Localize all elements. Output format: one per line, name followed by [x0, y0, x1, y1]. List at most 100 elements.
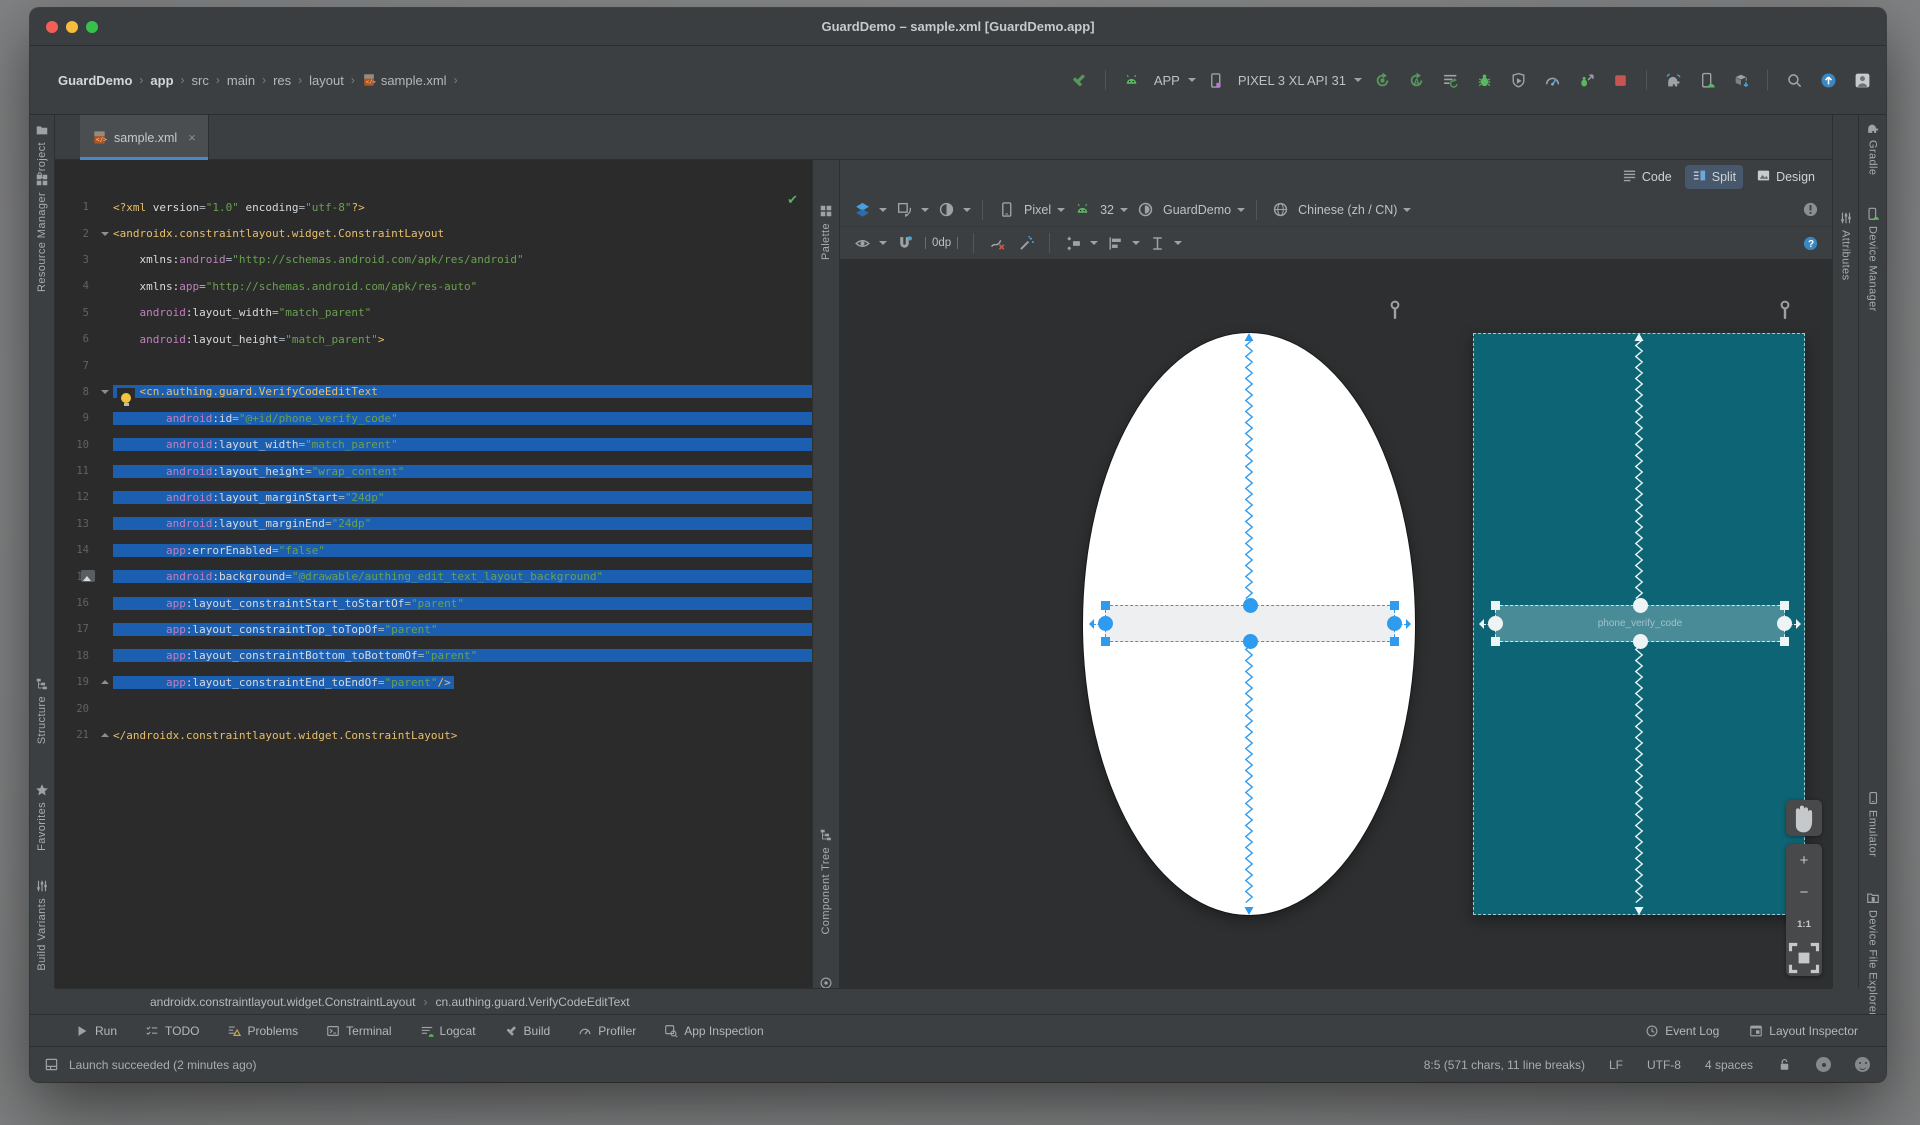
code-line[interactable]: 5 android:layout_width="match_parent": [55, 300, 812, 326]
sidebar-item-emulator[interactable]: Emulator: [1859, 791, 1886, 857]
toolwindow-todo[interactable]: TODO: [145, 1024, 199, 1038]
run-with-coverage-button[interactable]: [1504, 68, 1532, 92]
device-select-design[interactable]: [994, 198, 1018, 222]
mode-design[interactable]: Design: [1749, 165, 1822, 189]
code-line[interactable]: 17 app:layout_constraintTop_toTopOf="par…: [55, 616, 812, 642]
infer-constraints-button[interactable]: [1014, 231, 1038, 255]
device-select[interactable]: PIXEL 3 XL API 31: [1236, 73, 1348, 88]
code-line[interactable]: 3 xmlns:android="http://schemas.android.…: [55, 247, 812, 273]
toolwindow-logcat[interactable]: Logcat: [420, 1024, 476, 1038]
night-mode-select[interactable]: [934, 198, 958, 222]
gradle-sync-button[interactable]: [1659, 68, 1687, 92]
search-everywhere-button[interactable]: [1780, 68, 1808, 92]
toolwindow-layout-inspector[interactable]: Layout Inspector: [1749, 1024, 1858, 1038]
device-manager-button[interactable]: [1693, 68, 1721, 92]
breadcrumb-item-app[interactable]: app: [150, 73, 173, 88]
code-line[interactable]: 10 android:layout_width="match_parent": [55, 432, 812, 458]
resize-handle-bl[interactable]: [1101, 637, 1110, 646]
sidebar-item-resource-manager[interactable]: Resource Manager: [30, 173, 54, 292]
code-line[interactable]: 16 app:layout_constraintStart_toStartOf=…: [55, 590, 812, 616]
zoom-to-fit-button[interactable]: [1786, 940, 1822, 976]
zoom-out-button[interactable]: −: [1786, 876, 1822, 908]
sdk-manager-button[interactable]: [1727, 68, 1755, 92]
code-text[interactable]: android:id="@+id/phone_verify_code": [113, 411, 812, 425]
sidebar-item-structure[interactable]: Structure: [30, 677, 54, 744]
code-line[interactable]: 19 app:layout_constraintEnd_toEndOf="par…: [55, 669, 812, 695]
build-button[interactable]: [1065, 68, 1093, 92]
pack-select[interactable]: [1061, 231, 1085, 255]
tab-sample-xml[interactable]: </> sample.xml ×: [80, 115, 209, 160]
breadcrumb-item-main[interactable]: main: [227, 73, 255, 88]
fold-marker-icon[interactable]: [101, 231, 109, 240]
zoom-actual-size-button[interactable]: 1:1: [1786, 908, 1822, 940]
file-encoding[interactable]: UTF-8: [1647, 1058, 1681, 1072]
sidebar-item-gradle[interactable]: Gradle: [1859, 121, 1886, 175]
fold-marker-icon[interactable]: [101, 729, 109, 737]
resize-handle-tl[interactable]: [1101, 601, 1110, 610]
autoconnect-toggle[interactable]: [892, 231, 916, 255]
toolwindow-build[interactable]: Build: [504, 1024, 550, 1038]
notifications-icon[interactable]: [1816, 1057, 1831, 1072]
ide-update-button[interactable]: [1814, 68, 1842, 92]
device-label[interactable]: Pixel: [1023, 203, 1052, 217]
clear-constraints-button[interactable]: [985, 231, 1009, 255]
toolwindow-terminal[interactable]: Terminal: [326, 1024, 392, 1038]
code-text[interactable]: app:layout_constraintBottom_toBottomOf="…: [113, 649, 812, 663]
resize-handle-br[interactable]: [1780, 637, 1789, 646]
line-separator[interactable]: LF: [1609, 1058, 1623, 1072]
mode-split[interactable]: Split: [1684, 164, 1744, 189]
orientation-select[interactable]: [892, 198, 916, 222]
constraint-anchor-t[interactable]: [1242, 598, 1258, 613]
code-text[interactable]: <androidx.constraintlayout.widget.Constr…: [113, 227, 812, 240]
build-variants-sync-button[interactable]: [1436, 68, 1464, 92]
code-line[interactable]: 4 xmlns:app="http://schemas.android.com/…: [55, 273, 812, 299]
tool-window-toggle-icon[interactable]: [44, 1057, 59, 1072]
code-text[interactable]: android:layout_width="match_parent": [113, 438, 812, 452]
code-line[interactable]: 1 <?xml version="1.0" encoding="utf-8"?>: [55, 194, 812, 220]
toolwindow-event-log[interactable]: Event Log: [1645, 1024, 1719, 1038]
constraint-anchor-t[interactable]: [1632, 598, 1648, 613]
code-line[interactable]: 15 android:background="@drawable/authing…: [55, 563, 812, 589]
fold-marker-icon[interactable]: [101, 676, 109, 685]
resize-handle-tr[interactable]: [1390, 601, 1399, 610]
help-button[interactable]: ?: [1798, 231, 1822, 255]
align-select[interactable]: [1103, 231, 1127, 255]
design-surface[interactable]: phone_verify_code + −1:1: [840, 260, 1832, 988]
xml-breadcrumb-item[interactable]: androidx.constraintlayout.widget.Constra…: [150, 995, 416, 1009]
resize-handle-tr[interactable]: [1780, 601, 1789, 610]
attach-debugger-button[interactable]: [1572, 68, 1600, 92]
profile-avatar[interactable]: [1848, 68, 1876, 92]
feedback-smiley-icon[interactable]: [1855, 1057, 1870, 1072]
code-text[interactable]: app:layout_constraintEnd_toEndOf="parent…: [113, 675, 812, 689]
code-line[interactable]: 14 app:errorEnabled="false": [55, 537, 812, 563]
render-config-wrench-icon[interactable]: [1778, 300, 1792, 322]
code-text[interactable]: android:layout_height="match_parent">: [113, 333, 812, 346]
toolwindow-profiler[interactable]: Profiler: [578, 1024, 636, 1038]
code-line[interactable]: 18 app:layout_constraintBottom_toBottomO…: [55, 643, 812, 669]
resize-handle-br[interactable]: [1390, 637, 1399, 646]
code-text[interactable]: </androidx.constraintlayout.widget.Const…: [113, 729, 812, 742]
sidebar-item-build-variants[interactable]: Build Variants: [30, 879, 54, 971]
code-text[interactable]: <cn.authing.guard.VerifyCodeEditText: [113, 385, 812, 409]
code-line[interactable]: 21 </androidx.constraintlayout.widget.Con…: [55, 722, 812, 748]
fold-marker-icon[interactable]: [101, 389, 109, 398]
code-line[interactable]: 8 <cn.authing.guard.VerifyCodeEditText: [55, 379, 812, 409]
sidebar-item-favorites[interactable]: Favorites: [30, 783, 54, 851]
default-margin-select[interactable]: 0dp: [925, 237, 959, 249]
code-text[interactable]: app:layout_constraintStart_toStartOf="pa…: [113, 596, 812, 610]
code-line[interactable]: 20: [55, 695, 812, 721]
breadcrumb-item-sample-xml[interactable]: </> sample.xml: [362, 73, 447, 88]
code-text[interactable]: android:background="@drawable/authing_ed…: [113, 570, 812, 584]
code-line[interactable]: 9 android:id="@+id/phone_verify_code": [55, 405, 812, 431]
preview-phone-night-locale[interactable]: phone_verify_code: [1473, 333, 1805, 915]
breadcrumb-item-layout[interactable]: layout: [309, 73, 344, 88]
api-version-select[interactable]: [1070, 198, 1094, 222]
run-configuration-select[interactable]: APP: [1152, 73, 1182, 88]
code-text[interactable]: <?xml version="1.0" encoding="utf-8"?>: [113, 201, 812, 214]
code-text[interactable]: android:layout_marginEnd="24dp": [113, 517, 812, 531]
code-line[interactable]: 7: [55, 352, 812, 378]
run-configuration-icon[interactable]: [1118, 68, 1146, 92]
code-text[interactable]: xmlns:android="http://schemas.android.co…: [113, 253, 812, 266]
breadcrumb-item-res[interactable]: res: [273, 73, 291, 88]
locale-select[interactable]: [1268, 198, 1292, 222]
